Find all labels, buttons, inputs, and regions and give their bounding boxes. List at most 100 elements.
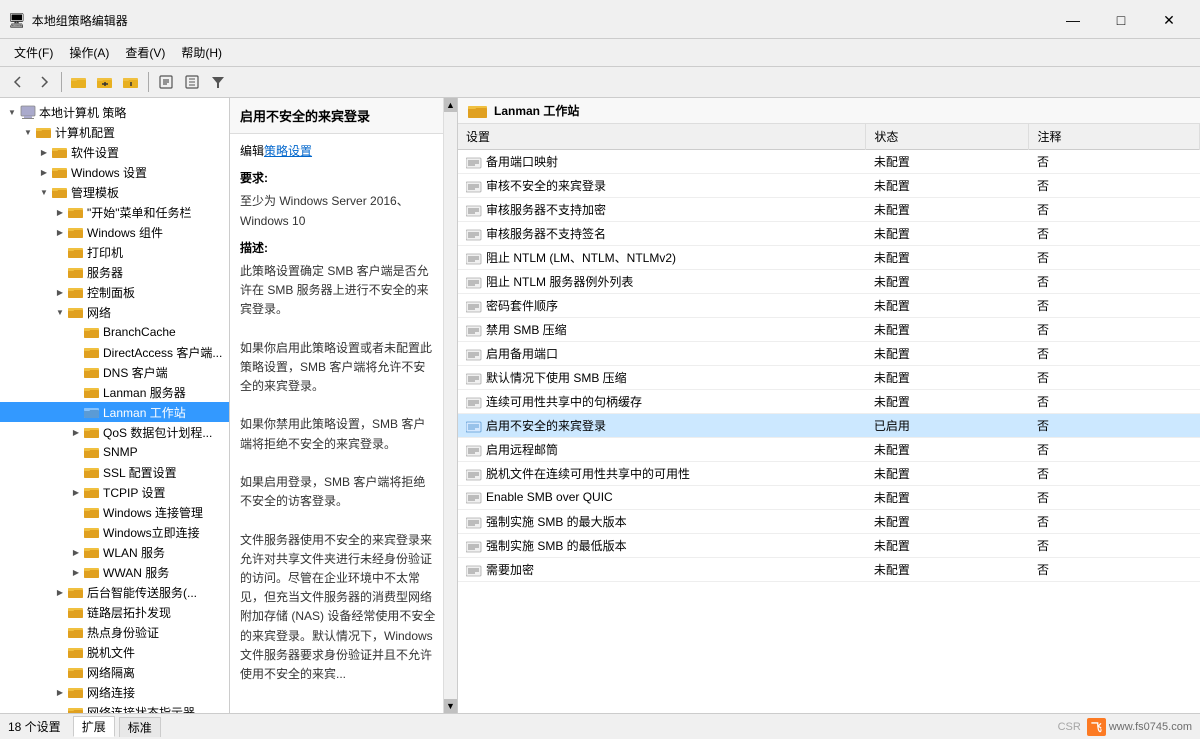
tree-item-hotspot-auth[interactable]: ▶ 热点身份验证 [0, 622, 229, 642]
table-row[interactable]: 阻止 NTLM 服务器例外列表未配置否 [458, 270, 1200, 294]
tree-item-windows-instant-conn[interactable]: ▶ Windows立即连接 [0, 522, 229, 542]
tree-item-link-layer[interactable]: ▶ 链路层拓扑发现 [0, 602, 229, 622]
tree-item-computer-config[interactable]: ▼ 计算机配置 [0, 122, 229, 142]
setting-row-icon [466, 252, 482, 266]
computer-config-expand: ▼ [20, 124, 36, 140]
tree-item-network-isolation[interactable]: ▶ 网络隔离 [0, 662, 229, 682]
windows-settings-icon [52, 165, 68, 179]
table-row[interactable]: 启用备用端口未配置否 [458, 342, 1200, 366]
menu-file[interactable]: 文件(F) [6, 41, 61, 64]
setting-name: 启用不安全的来宾登录 [486, 419, 606, 433]
ssl-config-label: SSL 配置设置 [103, 464, 177, 481]
tree-item-windows-conn-manager[interactable]: ▶ Windows 连接管理 [0, 502, 229, 522]
table-row[interactable]: 脱机文件在连续可用性共享中的可用性未配置否 [458, 462, 1200, 486]
tree-item-branchcache[interactable]: ▶ BranchCache [0, 322, 229, 342]
tree-item-ssl-config[interactable]: ▶ SSL 配置设置 [0, 462, 229, 482]
tab-standard[interactable]: 标准 [119, 717, 161, 737]
branchcache-icon [84, 325, 100, 339]
tree-item-control-panel[interactable]: ▶ 控制面板 [0, 282, 229, 302]
table-row[interactable]: 强制实施 SMB 的最低版本未配置否 [458, 534, 1200, 558]
setting-status: 未配置 [866, 558, 1029, 582]
printer-label: 打印机 [87, 244, 123, 261]
close-button[interactable]: ✕ [1146, 6, 1192, 34]
server-label: 服务器 [87, 264, 123, 281]
tree-item-network[interactable]: ▼ 网络 [0, 302, 229, 322]
minimize-button[interactable]: — [1050, 6, 1096, 34]
tree-item-wlan[interactable]: ▶ WLAN 服务 [0, 542, 229, 562]
back-button[interactable] [6, 70, 30, 94]
tree-item-windows-settings[interactable]: ▶ Windows 设置 [0, 162, 229, 182]
network-conn-icon [68, 685, 84, 699]
tree-item-lanman-server[interactable]: ▶ Lanman 服务器 [0, 382, 229, 402]
tree-item-lanman-workstation[interactable]: ▶ Lanman 工作站 [0, 402, 229, 422]
control-panel-icon [68, 285, 84, 299]
table-row[interactable]: 连续可用性共享中的句柄缓存未配置否 [458, 390, 1200, 414]
menu-view[interactable]: 查看(V) [117, 41, 173, 64]
table-row[interactable]: 需要加密未配置否 [458, 558, 1200, 582]
setting-status: 未配置 [866, 462, 1029, 486]
forward-button[interactable] [32, 70, 56, 94]
table-row[interactable]: 默认情况下使用 SMB 压缩未配置否 [458, 366, 1200, 390]
tree-item-snmp[interactable]: ▶ SNMP [0, 442, 229, 462]
setting-name-cell: 禁用 SMB 压缩 [458, 318, 866, 342]
software-settings-expand: ▶ [36, 144, 52, 160]
tree-item-offline-files[interactable]: ▶ 脱机文件 [0, 642, 229, 662]
windows-conn-manager-label: Windows 连接管理 [103, 504, 203, 521]
toolbar-props[interactable] [154, 70, 178, 94]
toolbar-list[interactable] [180, 70, 204, 94]
tree-item-network-conn[interactable]: ▶ 网络连接 [0, 682, 229, 702]
link-layer-icon [68, 605, 84, 619]
table-row[interactable]: 强制实施 SMB 的最大版本未配置否 [458, 510, 1200, 534]
table-row[interactable]: 禁用 SMB 压缩未配置否 [458, 318, 1200, 342]
maximize-button[interactable]: □ [1098, 6, 1144, 34]
toolbar-folder3[interactable] [119, 70, 143, 94]
tree-item-network-conn-status[interactable]: ▶ 网络连接状态指示器... [0, 702, 229, 713]
wlan-icon [84, 545, 100, 559]
tree-item-start-menu[interactable]: ▶ "开始"菜单和任务栏 [0, 202, 229, 222]
tab-expand[interactable]: 扩展 [73, 716, 115, 737]
desc-edit-link[interactable]: 策略设置 [264, 144, 312, 158]
tree-item-directaccess[interactable]: ▶ DirectAccess 客户端... [0, 342, 229, 362]
toolbar-folder2[interactable] [93, 70, 117, 94]
snmp-label: SNMP [103, 445, 138, 459]
menu-help[interactable]: 帮助(H) [173, 41, 230, 64]
tree-item-wwan[interactable]: ▶ WWAN 服务 [0, 562, 229, 582]
tree-item-server[interactable]: ▶ 服务器 [0, 262, 229, 282]
tree-item-qos[interactable]: ▶ QoS 数据包计划程... [0, 422, 229, 442]
root-expand-icon: ▼ [4, 104, 20, 120]
table-row[interactable]: 阻止 NTLM (LM、NTLM、NTLMv2)未配置否 [458, 246, 1200, 270]
table-row[interactable]: 启用远程邮筒未配置否 [458, 438, 1200, 462]
setting-name-cell: 脱机文件在连续可用性共享中的可用性 [458, 462, 866, 486]
toolbar-filter[interactable] [206, 70, 230, 94]
wlan-label: WLAN 服务 [103, 544, 165, 561]
setting-name: 脱机文件在连续可用性共享中的可用性 [486, 467, 690, 481]
tree-item-root[interactable]: ▼ 本地计算机 策略 [0, 102, 229, 122]
tree-item-bg-transfer[interactable]: ▶ 后台智能传送服务(... [0, 582, 229, 602]
wwan-label: WWAN 服务 [103, 564, 169, 581]
tree-item-software-settings[interactable]: ▶ 软件设置 [0, 142, 229, 162]
tree-item-tcpip[interactable]: ▶ TCPIP 设置 [0, 482, 229, 502]
hotspot-auth-label: 热点身份验证 [87, 624, 159, 641]
setting-name-cell: 阻止 NTLM 服务器例外列表 [458, 270, 866, 294]
tree-item-admin-templates[interactable]: ▼ 管理模板 [0, 182, 229, 202]
setting-comment: 否 [1029, 366, 1200, 390]
tree-item-dns-client[interactable]: ▶ DNS 客户端 [0, 362, 229, 382]
table-row[interactable]: 密码套件顺序未配置否 [458, 294, 1200, 318]
desc-scrollbar[interactable]: ▲ ▼ [443, 98, 457, 713]
table-row[interactable]: 审核不安全的来宾登录未配置否 [458, 174, 1200, 198]
menu-bar: 文件(F) 操作(A) 查看(V) 帮助(H) [0, 39, 1200, 67]
menu-action[interactable]: 操作(A) [61, 41, 117, 64]
app-title: 本地组策略编辑器 [32, 12, 128, 29]
tree-item-windows-components[interactable]: ▶ Windows 组件 [0, 222, 229, 242]
table-row[interactable]: 备用端口映射未配置否 [458, 150, 1200, 174]
tree-item-printer[interactable]: ▶ 打印机 [0, 242, 229, 262]
setting-status: 已启用 [866, 414, 1029, 438]
col-setting: 设置 [458, 124, 866, 150]
setting-name-cell: 备用端口映射 [458, 150, 866, 174]
table-row[interactable]: 启用不安全的来宾登录已启用否 [458, 414, 1200, 438]
toolbar-folder1[interactable] [67, 70, 91, 94]
table-row[interactable]: 审核服务器不支持签名未配置否 [458, 222, 1200, 246]
table-row[interactable]: Enable SMB over QUIC未配置否 [458, 486, 1200, 510]
watermark-site-text: www.fs0745.com [1109, 721, 1192, 733]
table-row[interactable]: 审核服务器不支持加密未配置否 [458, 198, 1200, 222]
